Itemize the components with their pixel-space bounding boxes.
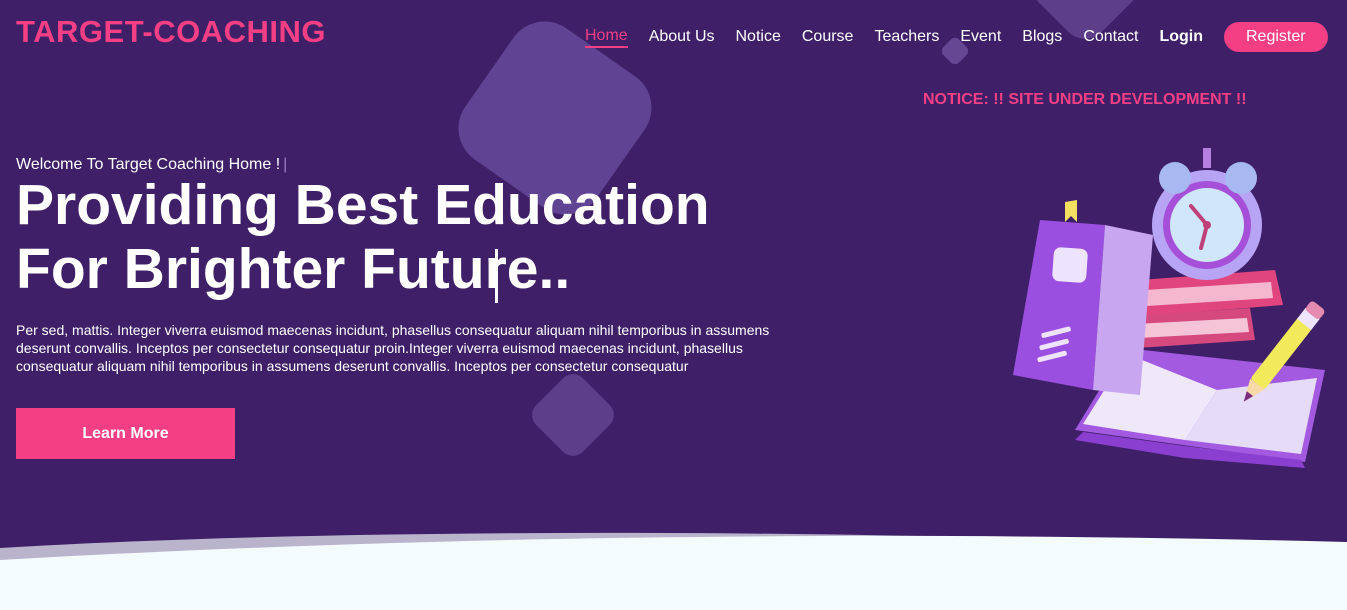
alarm-clock-icon bbox=[1152, 148, 1262, 280]
decorative-shape bbox=[526, 368, 620, 462]
learn-more-button[interactable]: Learn More bbox=[16, 408, 235, 459]
typing-caret: | bbox=[283, 156, 288, 173]
welcome-text: Welcome To Target Coaching Home ! | bbox=[16, 156, 287, 174]
nav-course[interactable]: Course bbox=[802, 28, 854, 46]
welcome-label: Welcome To Target Coaching Home ! bbox=[16, 156, 281, 173]
nav-notice[interactable]: Notice bbox=[736, 28, 781, 46]
education-illustration bbox=[1013, 148, 1325, 468]
notice-banner: NOTICE: !! SITE UNDER DEVELOPMENT !! bbox=[923, 91, 1247, 108]
main-nav: Home About Us Notice Course Teachers Eve… bbox=[585, 22, 1328, 52]
nav-blogs[interactable]: Blogs bbox=[1022, 28, 1062, 46]
nav-home[interactable]: Home bbox=[585, 27, 628, 48]
login-link[interactable]: Login bbox=[1159, 28, 1203, 46]
hero-wave-divider bbox=[0, 532, 1347, 610]
typing-cursor bbox=[495, 249, 498, 303]
register-button[interactable]: Register bbox=[1224, 22, 1328, 52]
hero-headline: Providing Best Education For Brighter Fu… bbox=[16, 173, 710, 301]
nav-contact[interactable]: Contact bbox=[1083, 28, 1138, 46]
hero-paragraph: Per sed, mattis. Integer viverra euismod… bbox=[16, 322, 770, 374]
nav-about-us[interactable]: About Us bbox=[649, 28, 715, 46]
site-logo[interactable]: TARGET-COACHING bbox=[16, 14, 326, 50]
nav-teachers[interactable]: Teachers bbox=[874, 28, 939, 46]
nav-event[interactable]: Event bbox=[960, 28, 1001, 46]
